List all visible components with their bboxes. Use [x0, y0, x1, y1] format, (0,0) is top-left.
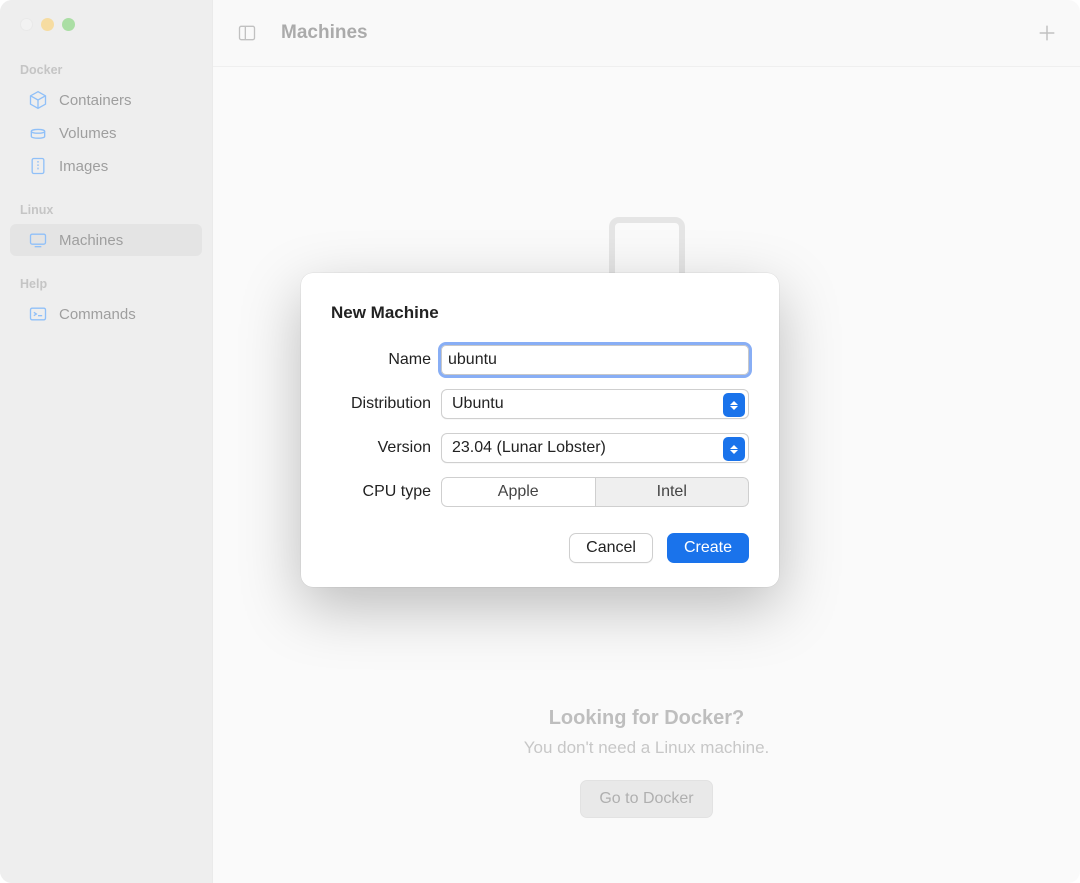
cpu-type-label: CPU type: [331, 483, 441, 501]
new-machine-dialog: New Machine Name Distribution Ubuntu Ver…: [301, 273, 779, 587]
cpu-option-apple[interactable]: Apple: [441, 477, 596, 507]
cpu-type-segmented: Apple Intel: [441, 477, 749, 507]
modal-overlay: New Machine Name Distribution Ubuntu Ver…: [0, 0, 1080, 883]
name-input[interactable]: [441, 345, 749, 375]
chevron-up-down-icon: [723, 393, 745, 417]
version-label: Version: [331, 439, 441, 457]
cancel-button[interactable]: Cancel: [569, 533, 653, 563]
name-label: Name: [331, 351, 441, 369]
chevron-up-down-icon: [723, 437, 745, 461]
distribution-value: Ubuntu: [452, 395, 504, 413]
distribution-label: Distribution: [331, 395, 441, 413]
create-button[interactable]: Create: [667, 533, 749, 563]
cpu-option-intel[interactable]: Intel: [596, 477, 750, 507]
dialog-title: New Machine: [331, 303, 749, 323]
version-select[interactable]: 23.04 (Lunar Lobster): [441, 433, 749, 463]
app-window: Docker Containers Volumes Images Linux M…: [0, 0, 1080, 883]
version-value: 23.04 (Lunar Lobster): [452, 439, 606, 457]
distribution-select[interactable]: Ubuntu: [441, 389, 749, 419]
